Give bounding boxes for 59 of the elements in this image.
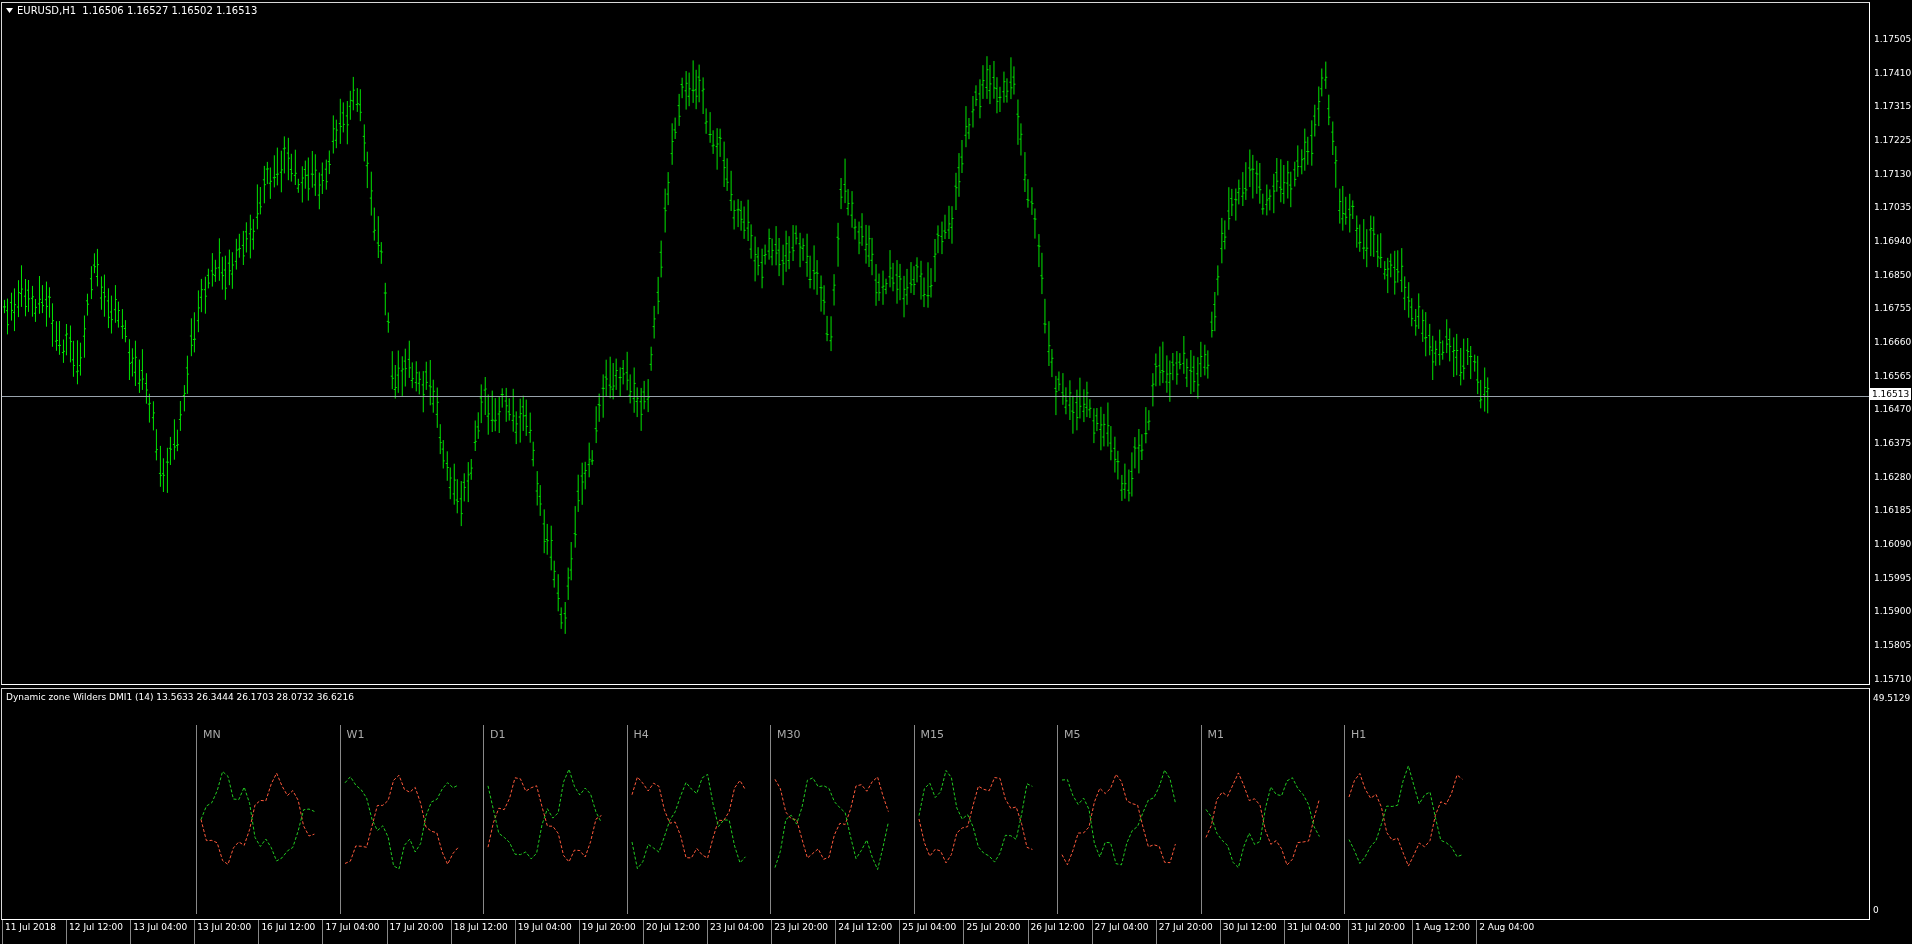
indicator-title: Dynamic zone Wilders DMI1 (14) 13.5633 26.3444 26.1703 28.0732 36.6216 <box>6 692 354 702</box>
price-label: 1.16185 <box>1873 504 1912 517</box>
timeframe-label: W1 <box>346 728 365 741</box>
price-label: 1.16940 <box>1873 235 1912 248</box>
time-label: 13 Jul 20:00 <box>194 920 259 944</box>
time-label: 27 Jul 04:00 <box>1091 920 1156 944</box>
timeframe-label: MN <box>203 728 221 741</box>
timeframe-label: D1 <box>490 728 506 741</box>
price-label: 1.17315 <box>1873 100 1912 113</box>
price-label: 1.17225 <box>1873 134 1912 146</box>
scale-max-label: 49.5129 <box>1873 692 1912 704</box>
time-label: 20 Jul 12:00 <box>642 920 708 944</box>
time-label: 23 Jul 20:00 <box>771 920 836 944</box>
price-label: 1.16280 <box>1873 470 1912 483</box>
time-label: 12 Jul 12:00 <box>66 920 131 944</box>
time-label: 23 Jul 04:00 <box>707 920 772 944</box>
price-label: 1.16090 <box>1873 538 1912 551</box>
price-label: 1.17410 <box>1873 66 1912 79</box>
timeframe-label: M5 <box>1064 728 1081 741</box>
time-label: 2 Aug 04:00 <box>1476 920 1541 944</box>
time-label: 11 Jul 2018 <box>2 920 67 944</box>
price-label: 1.15710 <box>1873 672 1912 685</box>
price-label: 1.16850 <box>1873 268 1912 281</box>
timeframe-label: H1 <box>1351 728 1367 741</box>
price-label: 1.16565 <box>1873 369 1912 382</box>
price-label: 1.16470 <box>1873 403 1912 416</box>
chart-header: EURUSD,H1 1.16506 1.16527 1.16502 1.16513 <box>17 5 258 16</box>
time-label: 17 Jul 04:00 <box>322 920 387 944</box>
time-label: 26 Jul 12:00 <box>1027 920 1092 944</box>
time-label: 13 Jul 04:00 <box>130 920 195 944</box>
caret-icon[interactable] <box>6 8 13 13</box>
time-label: 31 Jul 20:00 <box>1347 920 1413 944</box>
price-label: 1.15900 <box>1873 605 1912 618</box>
current-price-label: 1.16513 <box>1870 388 1912 400</box>
price-label: 1.16755 <box>1873 302 1912 315</box>
time-label: 27 Jul 20:00 <box>1155 920 1220 944</box>
time-label: 24 Jul 12:00 <box>835 920 900 944</box>
time-label: 19 Jul 04:00 <box>514 920 579 944</box>
time-label: 1 Aug 12:00 <box>1412 920 1477 944</box>
time-label: 19 Jul 20:00 <box>578 920 643 944</box>
price-label: 1.17505 <box>1873 33 1912 45</box>
time-label: 17 Jul 20:00 <box>386 920 451 944</box>
price-label: 1.16375 <box>1873 437 1912 450</box>
price-label: 1.15805 <box>1873 639 1912 652</box>
time-label: 18 Jul 12:00 <box>450 920 515 944</box>
price-label: 1.17130 <box>1873 167 1912 180</box>
scale-min-label: 0 <box>1873 904 1880 916</box>
timeframe-label: H4 <box>633 728 649 741</box>
time-label: 25 Jul 20:00 <box>963 920 1028 944</box>
timeframe-label: M1 <box>1207 728 1224 741</box>
time-label: 25 Jul 04:00 <box>899 920 964 944</box>
timeframe-label: M30 <box>777 728 801 741</box>
time-label: 31 Jul 04:00 <box>1283 920 1348 944</box>
time-label: 30 Jul 12:00 <box>1219 920 1284 944</box>
price-label: 1.17035 <box>1873 201 1912 214</box>
time-label: 16 Jul 12:00 <box>258 920 323 944</box>
timeframe-label: M15 <box>920 728 944 741</box>
price-label: 1.16660 <box>1873 336 1912 349</box>
price-label: 1.15995 <box>1873 571 1912 584</box>
